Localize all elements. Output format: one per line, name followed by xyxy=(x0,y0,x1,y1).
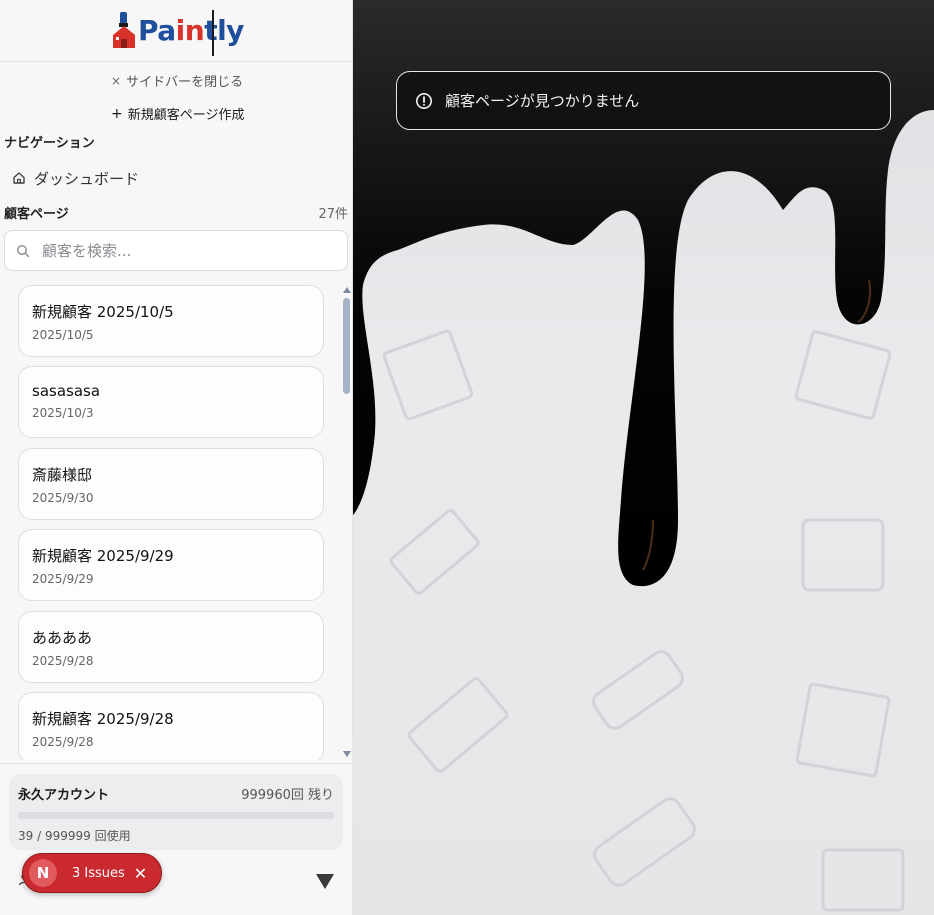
remaining-count: 999960回 残り xyxy=(241,788,334,803)
search-icon xyxy=(16,244,30,257)
customer-date: 2025/10/3 xyxy=(32,406,94,420)
n-logo-icon: N xyxy=(29,859,57,887)
close-icon[interactable]: ✕ xyxy=(134,864,147,883)
customer-date: 2025/9/28 xyxy=(32,735,94,749)
sidebar-item-dashboard[interactable]: ダッシュボード xyxy=(12,166,139,190)
customer-pages-header: 顧客ページ 27件 xyxy=(4,203,348,222)
customer-card[interactable]: 新規顧客 2025/9/29 2025/9/29 xyxy=(18,529,324,601)
issues-indicator[interactable]: N 3 Issues ✕ xyxy=(22,853,162,893)
customer-list: 新規顧客 2025/10/5 2025/10/5 sasasasa 2025/1… xyxy=(0,284,353,760)
sidebar: Paintly × サイドバーを閉じる + 新規顧客ページ作成 ナビゲーション … xyxy=(0,0,353,915)
customer-date: 2025/10/5 xyxy=(32,328,94,342)
customer-name: 新規顧客 2025/9/29 xyxy=(32,547,174,565)
customer-name: sasasasa xyxy=(32,382,101,400)
customer-card[interactable]: 斎藤様邸 2025/9/30 xyxy=(18,448,324,520)
customer-name: 斎藤様邸 xyxy=(32,466,93,484)
customer-card[interactable]: sasasasa 2025/10/3 xyxy=(18,366,324,438)
customer-date: 2025/9/29 xyxy=(32,572,94,586)
customer-date: 2025/9/28 xyxy=(32,654,94,668)
close-sidebar-label: サイドバーを閉じる xyxy=(126,75,244,90)
not-found-alert: 顧客ページが見つかりません xyxy=(396,71,891,130)
customer-pages-count: 27件 xyxy=(318,207,348,222)
customer-name: 新規顧客 2025/9/28 xyxy=(32,710,174,728)
scrollbar-thumb[interactable] xyxy=(343,298,350,394)
home-icon xyxy=(13,172,25,184)
customer-card[interactable]: 新規顧客 2025/9/28 2025/9/28 xyxy=(18,692,324,760)
customer-pages-heading: 顧客ページ xyxy=(4,207,69,222)
account-type: 永久アカウント xyxy=(18,788,110,803)
plus-icon: + xyxy=(111,105,123,122)
alert-circle-icon xyxy=(416,92,432,109)
close-sidebar-button[interactable]: × サイドバーを閉じる xyxy=(111,71,244,91)
customer-name: 新規顧客 2025/10/5 xyxy=(32,303,174,321)
scroll-up-arrow-icon[interactable] xyxy=(343,287,351,293)
logo-wordmark: Paintly xyxy=(138,9,244,56)
dashboard-label: ダッシュボード xyxy=(34,169,140,188)
customer-list-scrollbar[interactable] xyxy=(341,286,352,758)
logo-bar: Paintly xyxy=(0,0,352,62)
customer-name: ああああ xyxy=(32,629,93,647)
paint-brush-house-icon xyxy=(113,12,135,48)
customer-search-box xyxy=(4,230,348,271)
account-usage-card: 永久アカウント 999960回 残り 39 / 999999 回使用 xyxy=(9,774,343,850)
close-icon: × xyxy=(111,73,122,88)
customer-date: 2025/9/30 xyxy=(32,491,94,505)
app-logo[interactable]: Paintly xyxy=(111,8,244,56)
alert-message: 顧客ページが見つかりません xyxy=(445,92,640,110)
scroll-down-arrow-icon[interactable] xyxy=(343,751,351,757)
customer-card[interactable]: 新規顧客 2025/10/5 2025/10/5 xyxy=(18,285,324,357)
usage-text: 39 / 999999 回使用 xyxy=(18,829,131,843)
triangle-down-icon[interactable] xyxy=(316,874,334,889)
new-customer-page-label: 新規顧客ページ作成 xyxy=(127,108,245,123)
customer-search-input[interactable] xyxy=(42,241,322,260)
new-customer-page-button[interactable]: + 新規顧客ページ作成 xyxy=(111,104,245,124)
customer-card[interactable]: ああああ 2025/9/28 xyxy=(18,611,324,683)
usage-progress-bar xyxy=(18,812,334,819)
paint-drip-background xyxy=(353,0,934,912)
navigation-heading: ナビゲーション xyxy=(4,136,95,151)
issues-count-label: 3 Issues xyxy=(72,865,125,881)
main-content: 顧客ページが見つかりません xyxy=(353,0,934,915)
